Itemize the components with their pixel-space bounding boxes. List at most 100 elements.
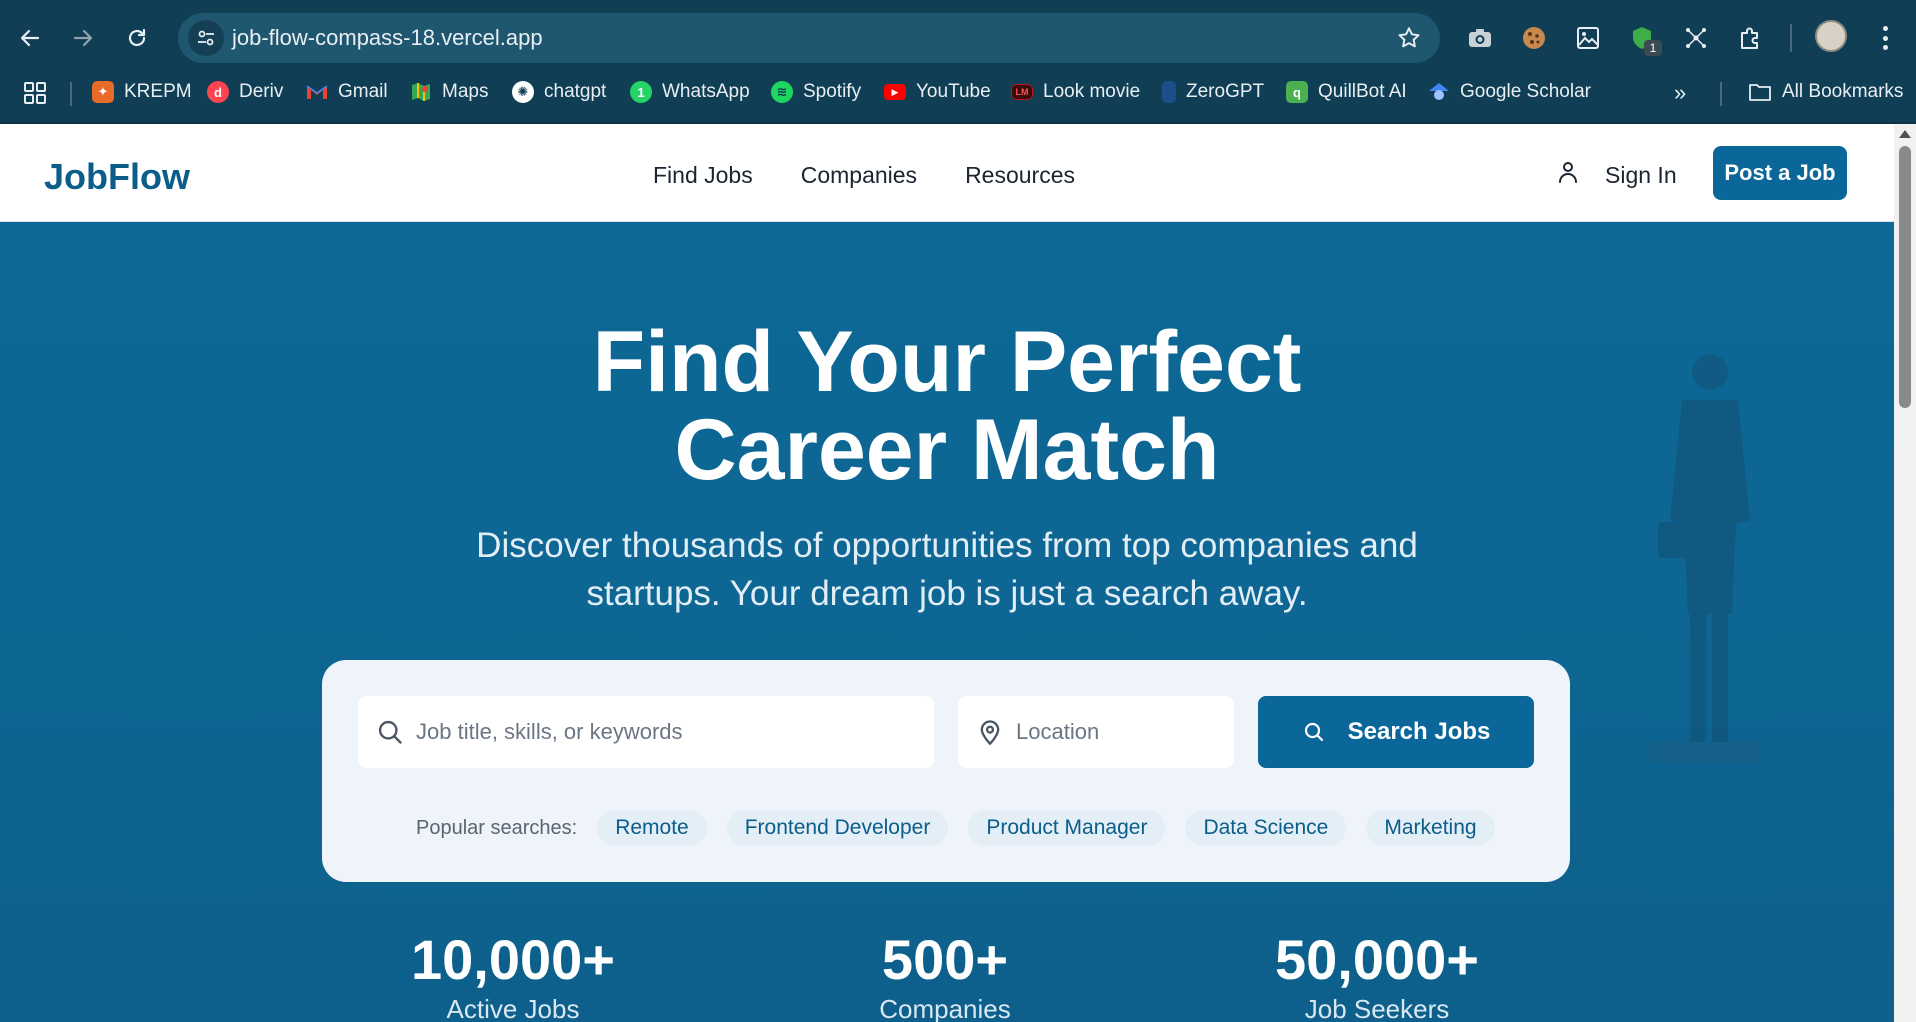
deriv-icon: d [207, 81, 229, 103]
nav-companies[interactable]: Companies [801, 162, 917, 189]
bookmark-label: ZeroGPT [1186, 81, 1265, 102]
bookmark-label: Gmail [338, 81, 388, 102]
bookmark-google-scholar[interactable]: Google Scholar [1428, 78, 1591, 106]
chatgpt-icon: ✺ [512, 81, 534, 103]
popular-chip-remote[interactable]: Remote [597, 810, 707, 846]
extensions-puzzle-icon[interactable] [1732, 20, 1768, 56]
bookmark-label: Spotify [803, 81, 862, 102]
bookmark-label: Look movie [1043, 81, 1141, 102]
browser-menu-icon[interactable] [1870, 22, 1900, 54]
folder-icon [1749, 84, 1771, 101]
bookmark-chatgpt[interactable]: ✺ chatgpt [512, 78, 606, 106]
user-icon[interactable] [1556, 160, 1580, 189]
scroll-thumb[interactable] [1899, 146, 1911, 408]
post-job-button[interactable]: Post a Job [1713, 146, 1847, 200]
network-extension-icon[interactable] [1678, 20, 1714, 56]
page-scrollbar[interactable] [1894, 124, 1916, 1022]
bookmark-label: KREPM [124, 81, 192, 102]
image-extension-icon[interactable] [1570, 20, 1606, 56]
cookie-extension-icon[interactable] [1516, 20, 1552, 56]
site-info-icon[interactable] [188, 20, 224, 56]
stat-value: 10,000+ [411, 928, 615, 991]
location-input[interactable] [1016, 696, 1222, 768]
forward-arrow-icon [73, 29, 93, 47]
forward-button[interactable] [63, 18, 103, 58]
popular-searches: Popular searches: Remote Frontend Develo… [416, 810, 1495, 846]
location-field[interactable] [958, 696, 1234, 768]
bookmark-label: QuillBot AI [1318, 81, 1407, 102]
extension-badge: 1 [1644, 40, 1662, 56]
more-bookmarks-icon[interactable]: » [1674, 80, 1686, 106]
lookmovie-icon: LM [1011, 84, 1033, 100]
bookmark-gmail[interactable]: Gmail [306, 78, 388, 106]
hero-subtitle-line-1: Discover thousands of opportunities from… [476, 526, 1418, 565]
url-text: job-flow-compass-18.vercel.app [232, 25, 543, 50]
bookmark-spotify[interactable]: ≋ Spotify [771, 78, 861, 106]
bookmark-youtube[interactable]: ▶ YouTube [884, 78, 991, 106]
popular-chip-product-manager[interactable]: Product Manager [968, 810, 1166, 846]
bookmark-label: WhatsApp [662, 81, 750, 102]
bookmark-label: chatgpt [544, 81, 607, 102]
site-header: JobFlow Find Jobs Companies Resources Si… [0, 124, 1894, 222]
bookmark-quillbot[interactable]: q QuillBot AI [1286, 78, 1407, 106]
browser-toolbar: job-flow-compass-18.vercel.app 1 [0, 0, 1916, 76]
youtube-icon: ▶ [884, 84, 906, 100]
location-pin-icon [980, 720, 1000, 746]
all-bookmarks-button[interactable]: All Bookmarks [1748, 78, 1903, 106]
profile-avatar[interactable] [1815, 20, 1847, 52]
bookmark-label: YouTube [916, 81, 991, 102]
all-bookmarks-label: All Bookmarks [1782, 81, 1904, 102]
hero-title-line-1: Find Your Perfect [592, 314, 1302, 410]
stat-job-seekers: 50,000+ Job Seekers [1197, 930, 1557, 1022]
search-icon [1304, 722, 1323, 742]
reload-button[interactable] [117, 18, 157, 58]
toolbar-divider [1790, 24, 1792, 52]
keywords-input[interactable] [416, 696, 922, 768]
bookmark-label: Deriv [239, 81, 284, 102]
sign-in-link[interactable]: Sign In [1605, 162, 1677, 189]
bookmark-whatsapp[interactable]: 1 WhatsApp [630, 78, 750, 106]
nav-resources[interactable]: Resources [965, 162, 1075, 189]
stat-active-jobs: 10,000+ Active Jobs [333, 930, 693, 1022]
popular-chip-frontend-developer[interactable]: Frontend Developer [726, 810, 949, 846]
popular-searches-label: Popular searches: [416, 816, 578, 839]
back-arrow-icon [20, 29, 40, 47]
bookmark-zerogpt[interactable]: ZeroGPT [1162, 78, 1264, 106]
search-icon [378, 720, 402, 744]
bookmark-label: Maps [442, 81, 489, 102]
zerogpt-icon [1162, 81, 1176, 103]
keywords-field[interactable] [358, 696, 934, 768]
stat-label: Companies [879, 994, 1011, 1022]
bookmark-maps[interactable]: Maps [410, 78, 488, 106]
bookmark-look-movie[interactable]: LM Look movie [1011, 78, 1140, 106]
site-logo[interactable]: JobFlow [44, 156, 190, 198]
stat-companies: 500+ Companies [765, 930, 1125, 1022]
krepm-icon: ✦ [92, 81, 114, 103]
back-button[interactable] [10, 18, 50, 58]
hero-title-line-2: Career Match [674, 402, 1220, 498]
address-bar[interactable]: job-flow-compass-18.vercel.app [178, 13, 1440, 63]
stat-value: 500+ [881, 928, 1009, 991]
search-jobs-label: Search Jobs [1347, 718, 1491, 745]
google-scholar-icon [1428, 81, 1450, 103]
spotify-icon: ≋ [771, 81, 793, 103]
shield-extension-icon[interactable]: 1 [1624, 20, 1662, 56]
search-jobs-button[interactable]: Search Jobs [1258, 696, 1534, 768]
nav-find-jobs[interactable]: Find Jobs [653, 162, 753, 189]
bookmark-deriv[interactable]: d Deriv [207, 78, 283, 106]
popular-chip-data-science[interactable]: Data Science [1185, 810, 1347, 846]
bookmark-krepm[interactable]: ✦ KREPM [92, 78, 192, 106]
whatsapp-icon: 1 [630, 81, 652, 103]
bookmark-label: Google Scholar [1460, 81, 1591, 102]
hero-subtitle: Discover thousands of opportunities from… [0, 522, 1894, 618]
main-nav: Find Jobs Companies Resources [653, 162, 1075, 189]
scroll-up-arrow-icon[interactable] [1899, 130, 1911, 138]
popular-chip-marketing[interactable]: Marketing [1366, 810, 1495, 846]
stat-value: 50,000+ [1275, 928, 1479, 991]
reload-icon [128, 28, 146, 47]
bookmark-star-icon[interactable] [1396, 25, 1422, 56]
camera-extension-icon[interactable] [1462, 20, 1498, 56]
apps-grid-icon[interactable] [24, 82, 46, 109]
hero-subtitle-line-2: startups. Your dream job is just a searc… [586, 574, 1308, 613]
hero-section: Find Your Perfect Career Match Discover … [0, 222, 1894, 1022]
